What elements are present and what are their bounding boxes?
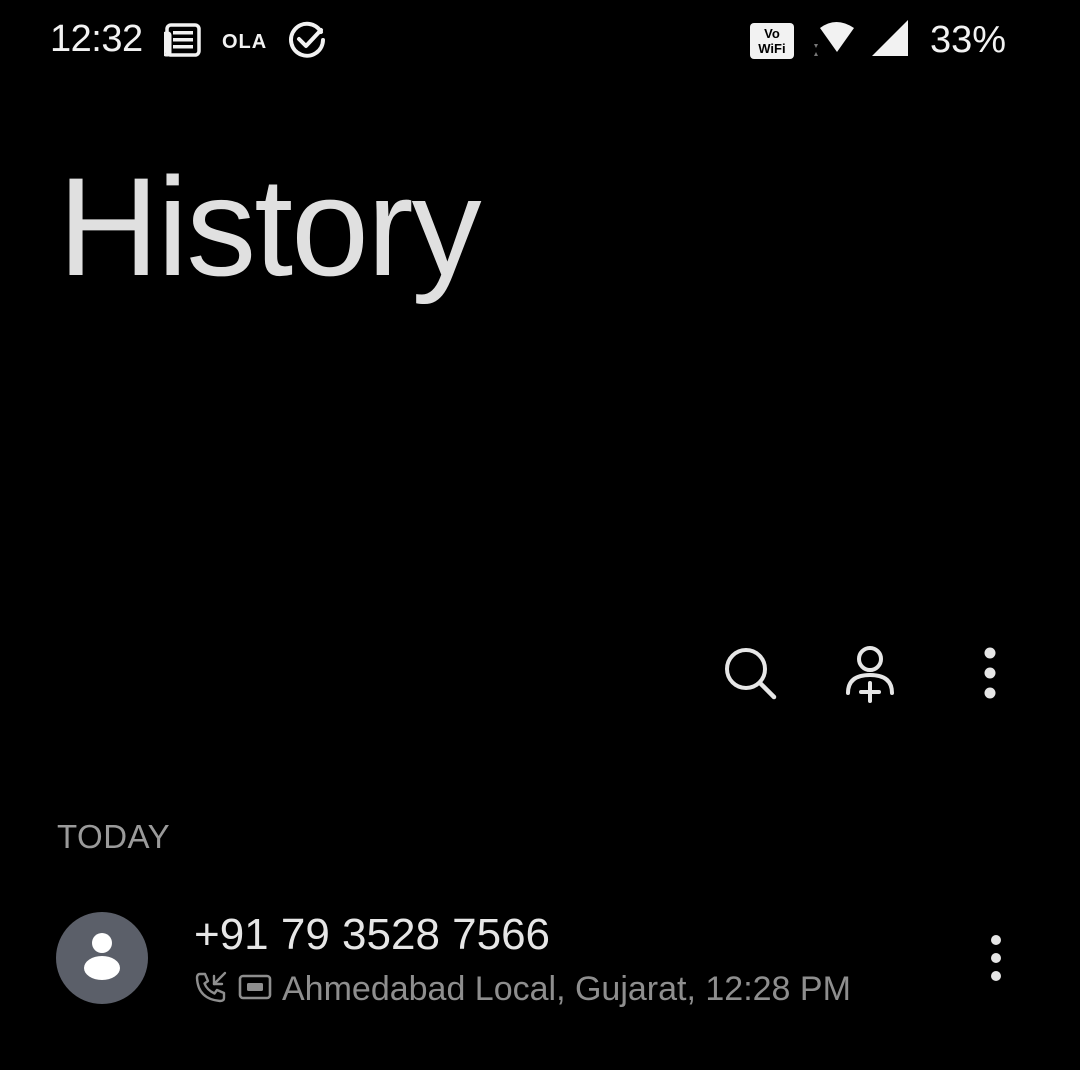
system-icons: Vo WiFi 33% (749, 18, 1006, 63)
call-item-more-button[interactable] (972, 930, 1020, 990)
call-details: Ahmedabad Local, Gujarat, 12:28 PM (194, 970, 851, 1009)
vowifi-icon: Vo WiFi (749, 22, 794, 59)
status-time: 12:32 (50, 18, 143, 60)
more-vert-icon (987, 933, 1005, 988)
ola-icon: OLA (222, 31, 268, 53)
call-history-screen: 12:32 OLA Vo WiFi 33% History TODAY +91 … (0, 0, 1080, 1070)
sim-card-icon (238, 972, 272, 1007)
notification-icons: OLA (162, 20, 327, 65)
call-location-time: Ahmedabad Local, Gujarat, 12:28 PM (282, 970, 851, 1008)
cellular-signal-icon (870, 18, 910, 63)
person-icon (82, 932, 122, 985)
more-vert-icon (980, 645, 1000, 706)
more-options-button[interactable] (960, 645, 1020, 705)
vowifi-line2: WiFi (758, 40, 786, 56)
search-icon (722, 645, 778, 706)
section-header-today: TODAY (57, 818, 171, 855)
status-bar: 12:32 OLA Vo WiFi 33% (0, 0, 1080, 82)
check-circle-icon (287, 20, 327, 65)
avatar[interactable] (56, 912, 148, 1004)
search-button[interactable] (720, 645, 780, 705)
add-contact-button[interactable] (840, 645, 900, 705)
toolbar (720, 645, 1020, 705)
page-title: History (58, 148, 482, 305)
call-log-item[interactable]: +91 79 3528 7566 Ahmedabad Local, Gujara… (0, 900, 1080, 1020)
news-icon (162, 21, 202, 64)
wifi-icon (808, 18, 856, 63)
outgoing-call-icon (194, 970, 228, 1009)
battery-level: 33% (929, 19, 1006, 61)
call-number: +91 79 3528 7566 (194, 910, 551, 959)
vowifi-line1: Vo (764, 25, 780, 41)
add-contact-icon (842, 643, 898, 708)
